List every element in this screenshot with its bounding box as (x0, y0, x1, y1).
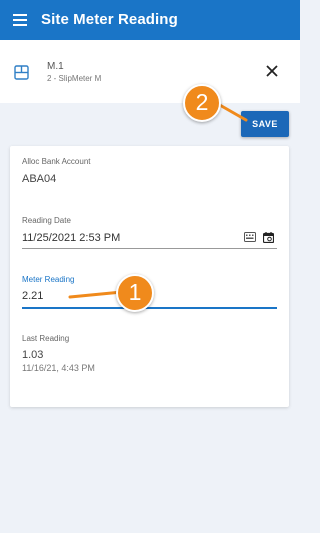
record-subtitle: 2 - SlipMeter M (47, 74, 102, 83)
save-button[interactable]: SAVE (241, 111, 289, 137)
meter-reading-value: 2.21 (22, 290, 44, 302)
last-reading-label: Last Reading (22, 334, 70, 343)
meter-reading-label: Meter Reading (22, 275, 75, 284)
close-icon[interactable] (264, 63, 280, 79)
record-title: M.1 (47, 61, 64, 72)
last-reading-value: 1.03 (22, 349, 44, 361)
form-card: Alloc Bank Account ABA04 Reading Date 11… (10, 146, 289, 407)
callout-badge-2: 2 (183, 84, 221, 122)
app-title: Site Meter Reading (41, 11, 178, 28)
reading-date-value: 11/25/2021 2:53 PM (22, 232, 121, 244)
callout-badge-1: 1 (116, 274, 154, 312)
alloc-bank-account-value: ABA04 (22, 173, 57, 185)
app-bar: Site Meter Reading (0, 0, 300, 40)
keyboard-icon[interactable] (244, 232, 256, 242)
menu-icon[interactable] (13, 14, 27, 26)
reading-date-label: Reading Date (22, 216, 71, 225)
last-reading-date: 11/16/21, 4:43 PM (22, 363, 95, 373)
reading-date-field[interactable]: 11/25/2021 2:53 PM (22, 230, 277, 249)
calendar-icon[interactable] (263, 232, 274, 243)
record-header: M.1 2 - SlipMeter M (0, 40, 300, 103)
meter-icon (14, 65, 29, 80)
alloc-bank-account-label: Alloc Bank Account (22, 157, 91, 166)
